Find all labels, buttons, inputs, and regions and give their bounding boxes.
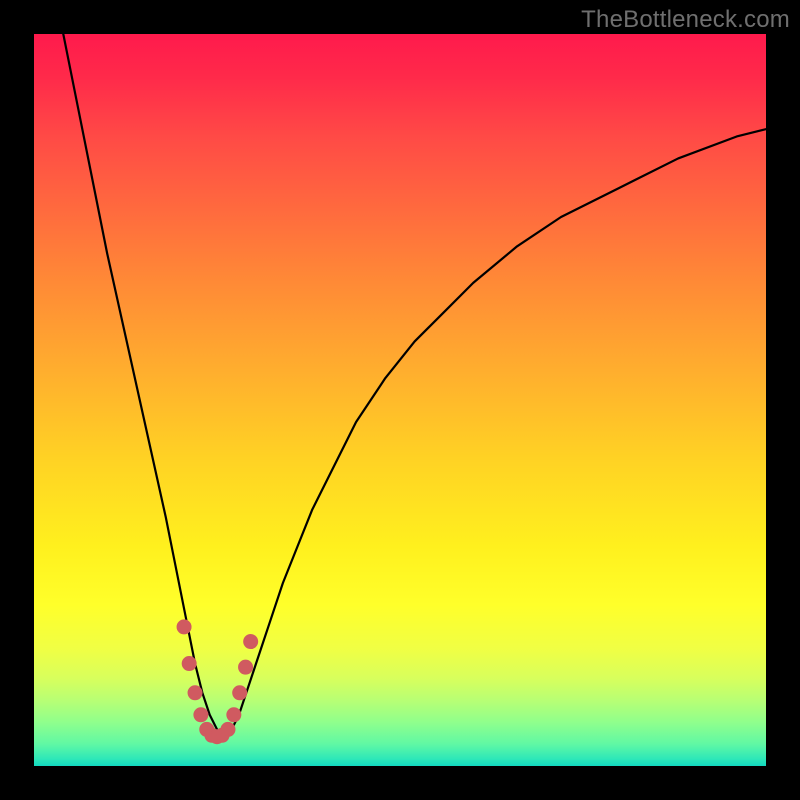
- trough-marker: [194, 708, 208, 722]
- chart-frame: TheBottleneck.com: [0, 0, 800, 800]
- watermark-label: TheBottleneck.com: [581, 6, 790, 34]
- trough-marker: [244, 635, 258, 649]
- curve-group: [63, 34, 766, 737]
- trough-marker: [188, 686, 202, 700]
- trough-marker: [227, 708, 241, 722]
- plot-area: [34, 34, 766, 766]
- bottleneck-curve: [63, 34, 766, 737]
- bottleneck-chart-svg: [34, 34, 766, 766]
- trough-marker: [233, 686, 247, 700]
- trough-marker: [177, 620, 191, 634]
- trough-marker: [221, 722, 235, 736]
- trough-marker: [239, 660, 253, 674]
- trough-marker: [182, 657, 196, 671]
